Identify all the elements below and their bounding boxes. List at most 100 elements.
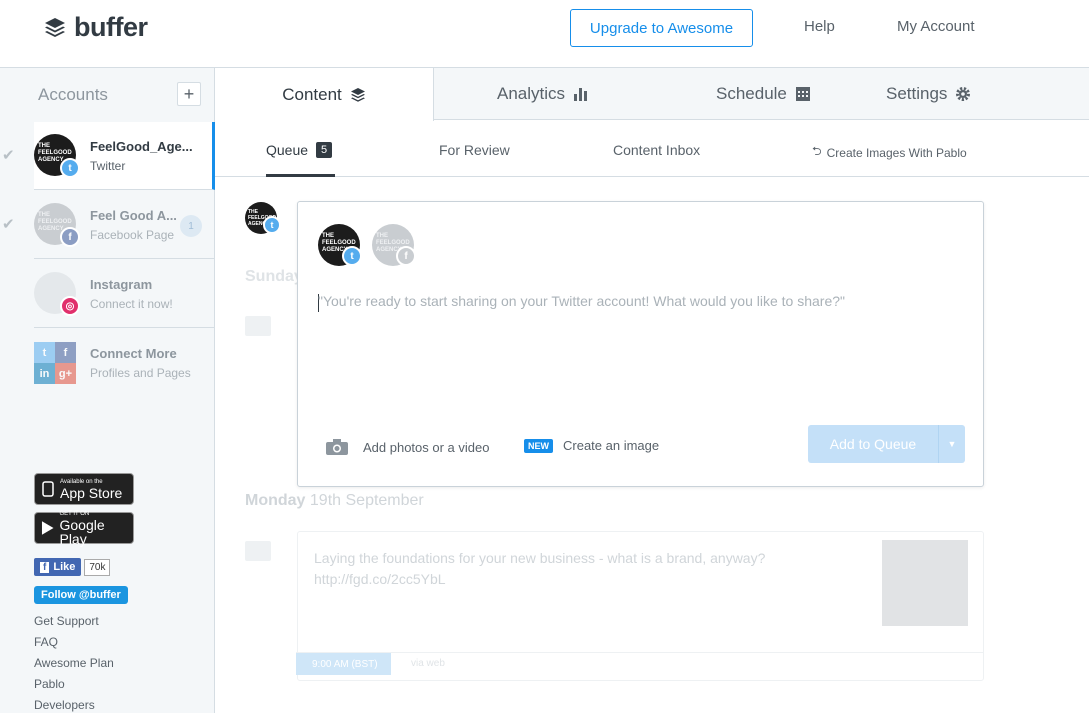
check-icon: ✔: [2, 147, 15, 164]
create-image-label: Create an image: [563, 438, 660, 453]
bar-chart-icon: [574, 88, 588, 101]
day-heading-monday: Monday 19th September: [245, 492, 424, 510]
linkedin-icon: in: [34, 363, 55, 384]
get-support-link[interactable]: Get Support: [34, 614, 99, 628]
facebook-icon: f: [55, 342, 76, 363]
add-account-button[interactable]: +: [177, 82, 201, 106]
developers-link[interactable]: Developers: [34, 698, 95, 712]
account-name: Instagram: [90, 277, 153, 292]
subtab-label: Queue: [266, 142, 309, 158]
tab-label: Content: [282, 84, 342, 104]
tab-schedule[interactable]: Schedule: [716, 68, 811, 120]
logo-text: buffer: [74, 12, 148, 42]
pablo-link[interactable]: Pablo: [34, 677, 65, 691]
social-networks-icon: t f in g+: [34, 342, 76, 384]
pablo-link[interactable]: ⮌ Create Images With Pablo: [812, 142, 967, 163]
account-type: Facebook Page: [90, 228, 175, 242]
check-icon: ✔: [2, 216, 15, 233]
account-type: Twitter: [90, 159, 126, 173]
post-link[interactable]: http://fgd.co/2cc5YbL: [314, 571, 446, 587]
facebook-icon: f: [60, 227, 80, 247]
help-link[interactable]: Help: [804, 18, 835, 35]
tab-label: Settings: [886, 84, 948, 103]
calendar-icon: [795, 87, 810, 101]
camera-icon: [326, 439, 348, 455]
twitter-icon: t: [263, 216, 281, 234]
post-footer: 9:00 AM (BST) via web: [296, 652, 983, 675]
post-time-badge: 9:00 AM (BST): [296, 653, 391, 675]
play-icon: [41, 521, 54, 535]
add-to-queue-button[interactable]: Add to Queue ▼: [808, 425, 965, 463]
queue-count-badge: 5: [316, 142, 333, 158]
post-thumbnail: [882, 540, 968, 626]
sidebar: Accounts + ✔ THE FEELGOOD AGENCY t FeelG…: [0, 68, 215, 713]
faq-link[interactable]: FAQ: [34, 635, 58, 649]
buffer-logo[interactable]: buffer: [44, 12, 148, 43]
account-item-instagram[interactable]: ◎ Instagram Connect it now!: [34, 260, 214, 328]
apple-icon: [42, 481, 54, 497]
facebook-icon: f: [40, 561, 50, 573]
accounts-heading: Accounts: [38, 85, 108, 104]
main-tabs: Content Analytics Schedule Settings: [215, 68, 1089, 121]
tab-settings[interactable]: Settings: [886, 68, 971, 120]
pablo-label: Create Images With Pablo: [826, 145, 967, 160]
layers-icon: [350, 87, 365, 102]
facebook-like-button[interactable]: f Like: [34, 558, 82, 576]
image-placeholder-icon: [245, 316, 271, 336]
add-to-queue-label: Add to Queue: [829, 436, 917, 452]
add-media-button[interactable]: Add photos or a video: [325, 438, 489, 456]
google-play-button[interactable]: GET IT ON Google Play: [34, 511, 134, 547]
account-name: Feel Good A...: [90, 208, 177, 223]
subtab-content-inbox[interactable]: Content Inbox: [613, 142, 700, 158]
google-play-big-text: Google Play: [59, 516, 105, 547]
new-badge: NEW: [524, 438, 553, 453]
twitter-follow-button[interactable]: Follow @buffer: [34, 586, 128, 604]
upgrade-button[interactable]: Upgrade to Awesome: [570, 9, 753, 47]
twitter-icon: t: [60, 158, 80, 178]
day-date: 19th September: [309, 492, 424, 509]
awesome-plan-link[interactable]: Awesome Plan: [34, 656, 114, 670]
my-account-link[interactable]: My Account: [897, 18, 975, 35]
app-store-big-text: App Store: [60, 484, 123, 501]
pablo-icon: ⮌: [812, 144, 822, 158]
app-store-button[interactable]: Available on the App Store: [34, 473, 134, 505]
account-name: Connect More: [90, 346, 177, 361]
image-placeholder-icon: [245, 541, 271, 561]
post-text: Laying the foundations for your new busi…: [314, 548, 834, 590]
twitter-icon: t: [34, 342, 55, 363]
day-heading-sunday: Sunday: [245, 268, 303, 285]
gear-icon: [956, 87, 971, 101]
account-type: Connect it now!: [90, 297, 173, 311]
tab-analytics[interactable]: Analytics: [497, 68, 589, 120]
post-body: Laying the foundations for your new busi…: [314, 550, 766, 566]
account-item-twitter[interactable]: THE FEELGOOD AGENCY t FeelGood_Age... Tw…: [34, 122, 215, 190]
instagram-icon: ◎: [60, 296, 80, 316]
pending-count-badge: 1: [180, 215, 202, 237]
day-name: Monday: [245, 492, 306, 509]
tab-label: Analytics: [497, 84, 566, 103]
facebook-icon: f: [396, 246, 416, 266]
account-name: FeelGood_Age...: [90, 139, 193, 154]
buffer-stack-icon: [45, 17, 65, 37]
account-item-facebook[interactable]: THE FEELGOOD AGENCY f Feel Good A... Fac…: [34, 191, 214, 259]
like-count: 70k: [84, 558, 111, 576]
create-image-button[interactable]: NEW Create an image: [524, 438, 659, 453]
account-type: Profiles and Pages: [90, 366, 191, 380]
connect-more-item[interactable]: t f in g+ Connect More Profiles and Page…: [34, 329, 214, 397]
add-media-label: Add photos or a video: [363, 439, 490, 455]
sub-tabs: Queue 5 For Review Content Inbox ⮌ Creat…: [215, 121, 1089, 177]
twitter-icon: t: [342, 246, 362, 266]
like-label: Like: [53, 561, 76, 573]
facebook-like-widget[interactable]: f Like 70k: [34, 558, 111, 576]
top-header: buffer Upgrade to Awesome Help My Accoun…: [0, 0, 1089, 68]
post-via: via web: [411, 658, 445, 669]
google-plus-icon: g+: [55, 363, 76, 384]
subtab-queue[interactable]: Queue 5: [266, 142, 333, 158]
composer-text-input[interactable]: "You're ready to start sharing on your T…: [318, 293, 845, 309]
chevron-down-icon[interactable]: ▼: [938, 425, 965, 463]
composer-box[interactable]: THE FEELGOOD AGENCY t THE FEELGOOD AGENC…: [297, 201, 984, 487]
tab-label: Schedule: [716, 84, 787, 103]
tab-content[interactable]: Content: [215, 68, 434, 121]
subtab-for-review[interactable]: For Review: [439, 142, 510, 158]
queued-post-card[interactable]: Laying the foundations for your new busi…: [296, 531, 984, 681]
